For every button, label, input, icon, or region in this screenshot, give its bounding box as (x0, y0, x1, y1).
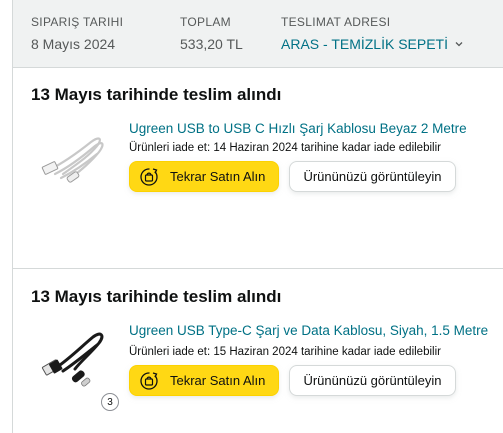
quantity-badge: 3 (101, 393, 119, 411)
chevron-down-icon (455, 42, 463, 47)
buy-again-icon (140, 167, 158, 186)
ship-to-column: Teslimat adresi ARAS - TEMİZLİK SEPETİ (281, 15, 464, 53)
view-item-label: Ürününüzü görüntüleyin (303, 169, 442, 184)
buy-again-button[interactable]: Tekrar Satın Alın (129, 365, 279, 396)
buy-again-button[interactable]: Tekrar Satın Alın (129, 161, 279, 192)
total-column: Toplam 533,20 TL (180, 15, 243, 53)
ship-to-value: ARAS - TEMİZLİK SEPETİ (281, 36, 449, 52)
delivery-status: 13 Mayıs tarihinde teslim alındı (31, 85, 282, 104)
shipment-1: 13 Mayıs tarihinde teslim alındı Ugreen … (13, 68, 503, 268)
ship-to-dropdown[interactable]: ARAS - TEMİZLİK SEPETİ (281, 35, 464, 53)
delivery-status: 13 Mayıs tarihinde teslim alındı (31, 287, 282, 306)
view-item-button[interactable]: Ürününüzü görüntüleyin (289, 365, 456, 396)
order-header: Sipariş tarihi 8 Mayıs 2024 Toplam 533,2… (13, 0, 503, 68)
view-item-button[interactable]: Ürününüzü görüntüleyin (289, 161, 456, 192)
order-date-column: Sipariş tarihi 8 Mayıs 2024 (31, 15, 123, 53)
black-usb-cable-icon[interactable] (41, 323, 111, 393)
order-date-label: Sipariş tarihi (31, 15, 124, 29)
shipment-2: 13 Mayıs tarihinde teslim alındı 3 Ugree… (13, 269, 503, 433)
product-title-link[interactable]: Ugreen USB Type-C Şarj ve Data Kablosu, … (129, 322, 488, 339)
order-date-value: 8 Mayıs 2024 (31, 36, 116, 52)
ship-to-label: Teslimat adresi (281, 15, 391, 29)
view-item-label: Ürününüzü görüntüleyin (303, 373, 442, 388)
buy-again-label: Tekrar Satın Alın (170, 169, 266, 184)
buy-again-label: Tekrar Satın Alın (170, 373, 266, 388)
product-title-link[interactable]: Ugreen USB to USB C Hızlı Şarj Kablosu B… (129, 120, 467, 137)
return-window-text: Ürünleri iade et: 14 Haziran 2024 tarihi… (129, 142, 441, 154)
buy-again-icon (140, 371, 158, 390)
order-card: Sipariş tarihi 8 Mayıs 2024 Toplam 533,2… (12, 0, 503, 433)
return-window-text: Ürünleri iade et: 15 Haziran 2024 tarihi… (129, 346, 441, 358)
total-label: Toplam (180, 15, 231, 29)
total-value: 533,20 TL (180, 36, 243, 52)
white-usb-cable-icon[interactable] (41, 124, 111, 194)
